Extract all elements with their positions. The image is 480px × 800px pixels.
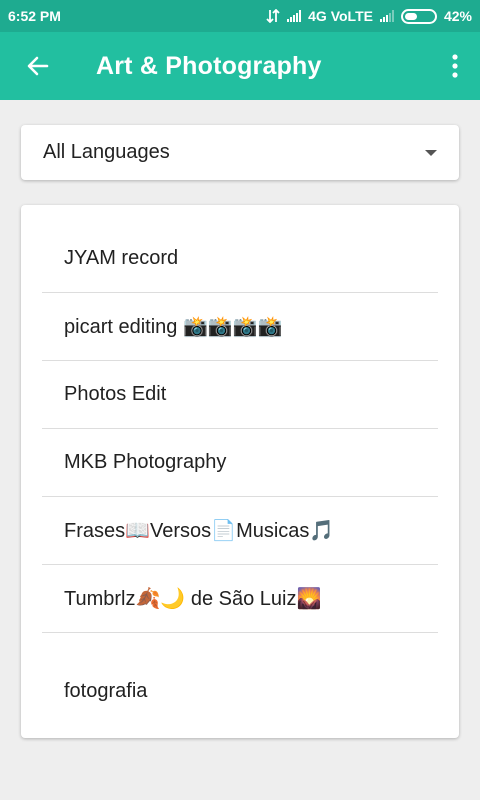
list-item[interactable]: Photos Edit [42,361,438,429]
list-item[interactable]: Tumbrlz🍂🌙 de São Luiz🌄 [42,565,438,633]
more-vertical-icon [452,54,458,78]
list-item[interactable]: picart editing 📸📸📸📸 [42,293,438,361]
overflow-menu-button[interactable] [430,32,480,100]
signal-strength-secondary-icon [379,10,394,22]
network-type: 4G VoLTE [308,8,373,24]
arrow-back-icon [27,56,49,76]
list-item[interactable]: Frases📖Versos📄Musicas🎵 [42,497,438,565]
page-title: Art & Photography [96,51,322,80]
status-bar: 6:52 PM 4G VoLTE 42% [0,0,480,32]
language-filter-value: All Languages [43,141,170,163]
signal-strength-icon [287,10,302,22]
battery-icon [400,8,437,24]
channel-list: JYAM record picart editing 📸📸📸📸 Photos E… [21,205,459,738]
list-item[interactable]: fotografia [42,633,438,749]
status-indicators: 4G VoLTE 42% [266,8,472,24]
language-filter-dropdown[interactable]: All Languages [21,125,459,180]
battery-percent: 42% [443,8,472,24]
status-time: 6:52 PM [8,8,61,24]
data-transfer-icon [266,9,280,23]
app-bar: Art & Photography [0,32,480,100]
dropdown-caret-icon [425,149,437,156]
back-button[interactable] [0,32,76,100]
list-item[interactable]: MKB Photography [42,429,438,497]
list-item[interactable]: JYAM record [42,225,438,293]
